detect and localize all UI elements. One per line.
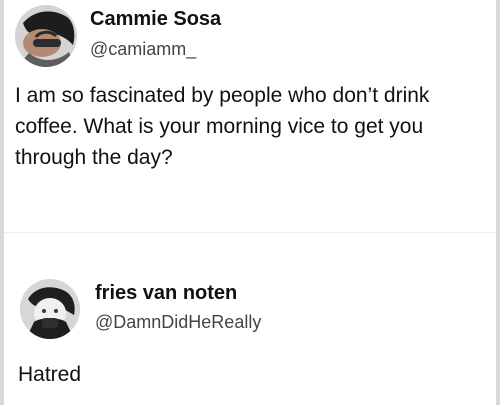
avatar-fries-van-noten[interactable] <box>20 279 80 339</box>
display-name[interactable]: fries van noten <box>95 281 237 305</box>
user-handle[interactable]: @camiamm_ <box>90 38 196 60</box>
avatar-cammie-sosa[interactable] <box>15 5 77 67</box>
reply-post: fries van noten @DamnDidHeReally Hatred <box>0 232 500 405</box>
post-text: I am so fascinated by people who don’t d… <box>15 84 430 169</box>
display-name[interactable]: Cammie Sosa <box>90 7 221 31</box>
user-handle[interactable]: @DamnDidHeReally <box>95 311 261 333</box>
reply-text: Hatred <box>18 363 82 386</box>
original-post: Cammie Sosa @camiamm_ I am so fascinated… <box>0 0 500 232</box>
